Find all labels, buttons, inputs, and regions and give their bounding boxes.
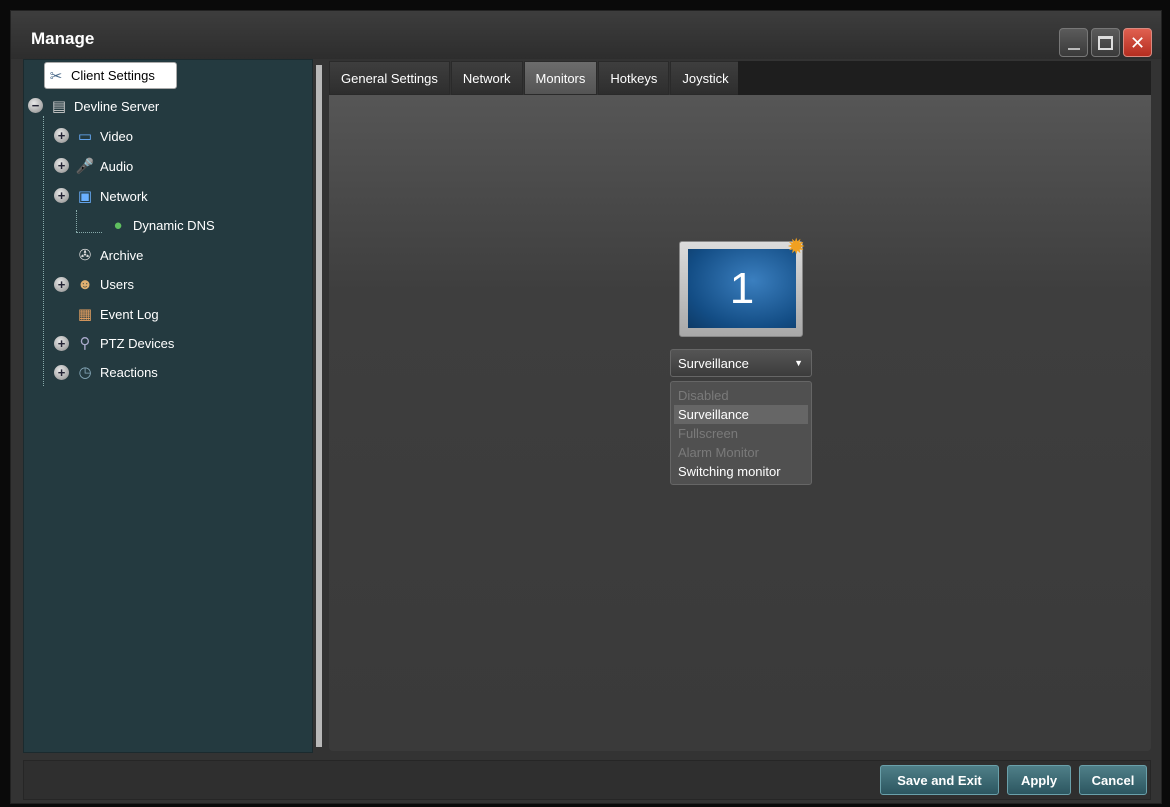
tools-icon: ✂ [49, 67, 63, 85]
maximize-icon [1098, 35, 1113, 50]
option-switching-monitor[interactable]: Switching monitor [674, 462, 808, 481]
tree-item-label: Archive [100, 247, 144, 263]
monitor-screen: 1 [688, 249, 796, 328]
tree-item-label: Dynamic DNS [133, 217, 215, 233]
server-icon: ▤ [51, 98, 67, 115]
tree-item-label: Devline Server [74, 98, 160, 114]
tree-item-users[interactable]: ☻ Users [74, 272, 134, 296]
user-icon: ☻ [77, 275, 93, 293]
settings-tree: ✂ Client Settings − ▤ Devline Server + ▭… [23, 59, 313, 753]
tree-item-event-log[interactable]: ▦ Event Log [74, 302, 159, 326]
film-reel-icon: ✇ [78, 247, 92, 264]
option-alarm-monitor: Alarm Monitor [678, 445, 759, 460]
tab-hotkeys[interactable]: Hotkeys [598, 61, 670, 95]
expand-toggle[interactable]: + [54, 158, 69, 173]
tree-item-label: Network [100, 188, 148, 204]
tree-item-devline-server[interactable]: ▤ Devline Server [48, 94, 159, 118]
tree-item-ptz-devices[interactable]: ⚲ PTZ Devices [74, 331, 175, 355]
tree-item-label: Users [100, 276, 134, 292]
save-and-exit-button[interactable]: Save and Exit [880, 765, 999, 795]
tree-item-label: Event Log [100, 306, 159, 322]
tree-item-label: PTZ Devices [100, 335, 175, 351]
cancel-button[interactable]: Cancel [1079, 765, 1147, 795]
globe-icon: ● [113, 216, 123, 234]
calendar-clock-icon: ◷ [78, 364, 92, 381]
document-icon: ▦ [77, 306, 93, 323]
monitors-panel: 1 ✹ Surveillance ▼ Disabled Surveillance… [329, 95, 1151, 751]
tree-connector [76, 210, 77, 232]
tree-item-dynamic-dns[interactable]: ● Dynamic DNS [107, 213, 215, 237]
expand-toggle[interactable]: + [54, 336, 69, 351]
minimize-button[interactable] [1059, 28, 1088, 57]
tree-item-label: Audio [100, 158, 134, 174]
tree-item-network[interactable]: ▣ Network [74, 184, 148, 208]
tree-item-archive[interactable]: ✇ Archive [74, 243, 144, 267]
tree-item-label: Video [100, 128, 134, 144]
tab-network[interactable]: Network [450, 61, 523, 95]
tree-item-label: Client Settings [71, 68, 155, 83]
minimize-icon [1067, 47, 1080, 50]
tree-connector [76, 232, 102, 233]
chevron-down-icon: ▼ [794, 358, 803, 368]
tree-item-video[interactable]: ▭ Video [74, 124, 133, 148]
title-bar: Manage ✕ [11, 11, 1161, 59]
microphone-icon: 🎤 [75, 158, 95, 175]
maximize-button[interactable] [1091, 28, 1120, 57]
expand-toggle[interactable]: + [54, 365, 69, 380]
tree-item-audio[interactable]: 🎤 Audio [74, 154, 134, 178]
tree-item-label: Reactions [100, 364, 158, 380]
monitor-mode-select[interactable]: Surveillance ▼ [670, 349, 812, 377]
apply-button[interactable]: Apply [1007, 765, 1071, 795]
collapse-toggle[interactable]: − [28, 98, 43, 113]
window-title: Manage [31, 29, 95, 48]
tab-general-settings[interactable]: General Settings [329, 61, 450, 95]
monitor-mode-value: Surveillance [678, 355, 749, 371]
manage-window: Manage ✕ ✂ Client Settings − ▤ Devline S… [10, 10, 1162, 804]
panel-splitter[interactable] [316, 65, 322, 747]
tab-joystick[interactable]: Joystick [670, 61, 741, 95]
tree-item-client-settings[interactable]: ✂ Client Settings [44, 62, 177, 89]
option-fullscreen: Fullscreen [678, 426, 738, 441]
monitor-icon: ▭ [77, 128, 93, 145]
tab-bar: General Settings Network Monitors Hotkey… [329, 61, 742, 95]
tab-bar-filler [738, 61, 1151, 95]
expand-toggle[interactable]: + [54, 277, 69, 292]
option-surveillance[interactable]: Surveillance [674, 405, 808, 424]
option-disabled: Disabled [678, 388, 729, 403]
expand-toggle[interactable]: + [54, 188, 69, 203]
close-button[interactable]: ✕ [1123, 28, 1152, 57]
gear-badge-icon: ✹ [787, 234, 806, 259]
ptz-camera-icon: ⚲ [79, 335, 91, 352]
tree-item-reactions[interactable]: ◷ Reactions [74, 360, 158, 384]
monitor-thumbnail[interactable]: 1 [679, 241, 803, 337]
monitor-mode-dropdown: Disabled Surveillance Fullscreen Alarm M… [670, 381, 812, 485]
close-icon: ✕ [1129, 32, 1146, 53]
tree-connector [43, 116, 44, 386]
expand-toggle[interactable]: + [54, 128, 69, 143]
network-icon: ▣ [77, 188, 93, 205]
tab-monitors[interactable]: Monitors [523, 61, 598, 95]
monitor-number: 1 [729, 263, 755, 313]
